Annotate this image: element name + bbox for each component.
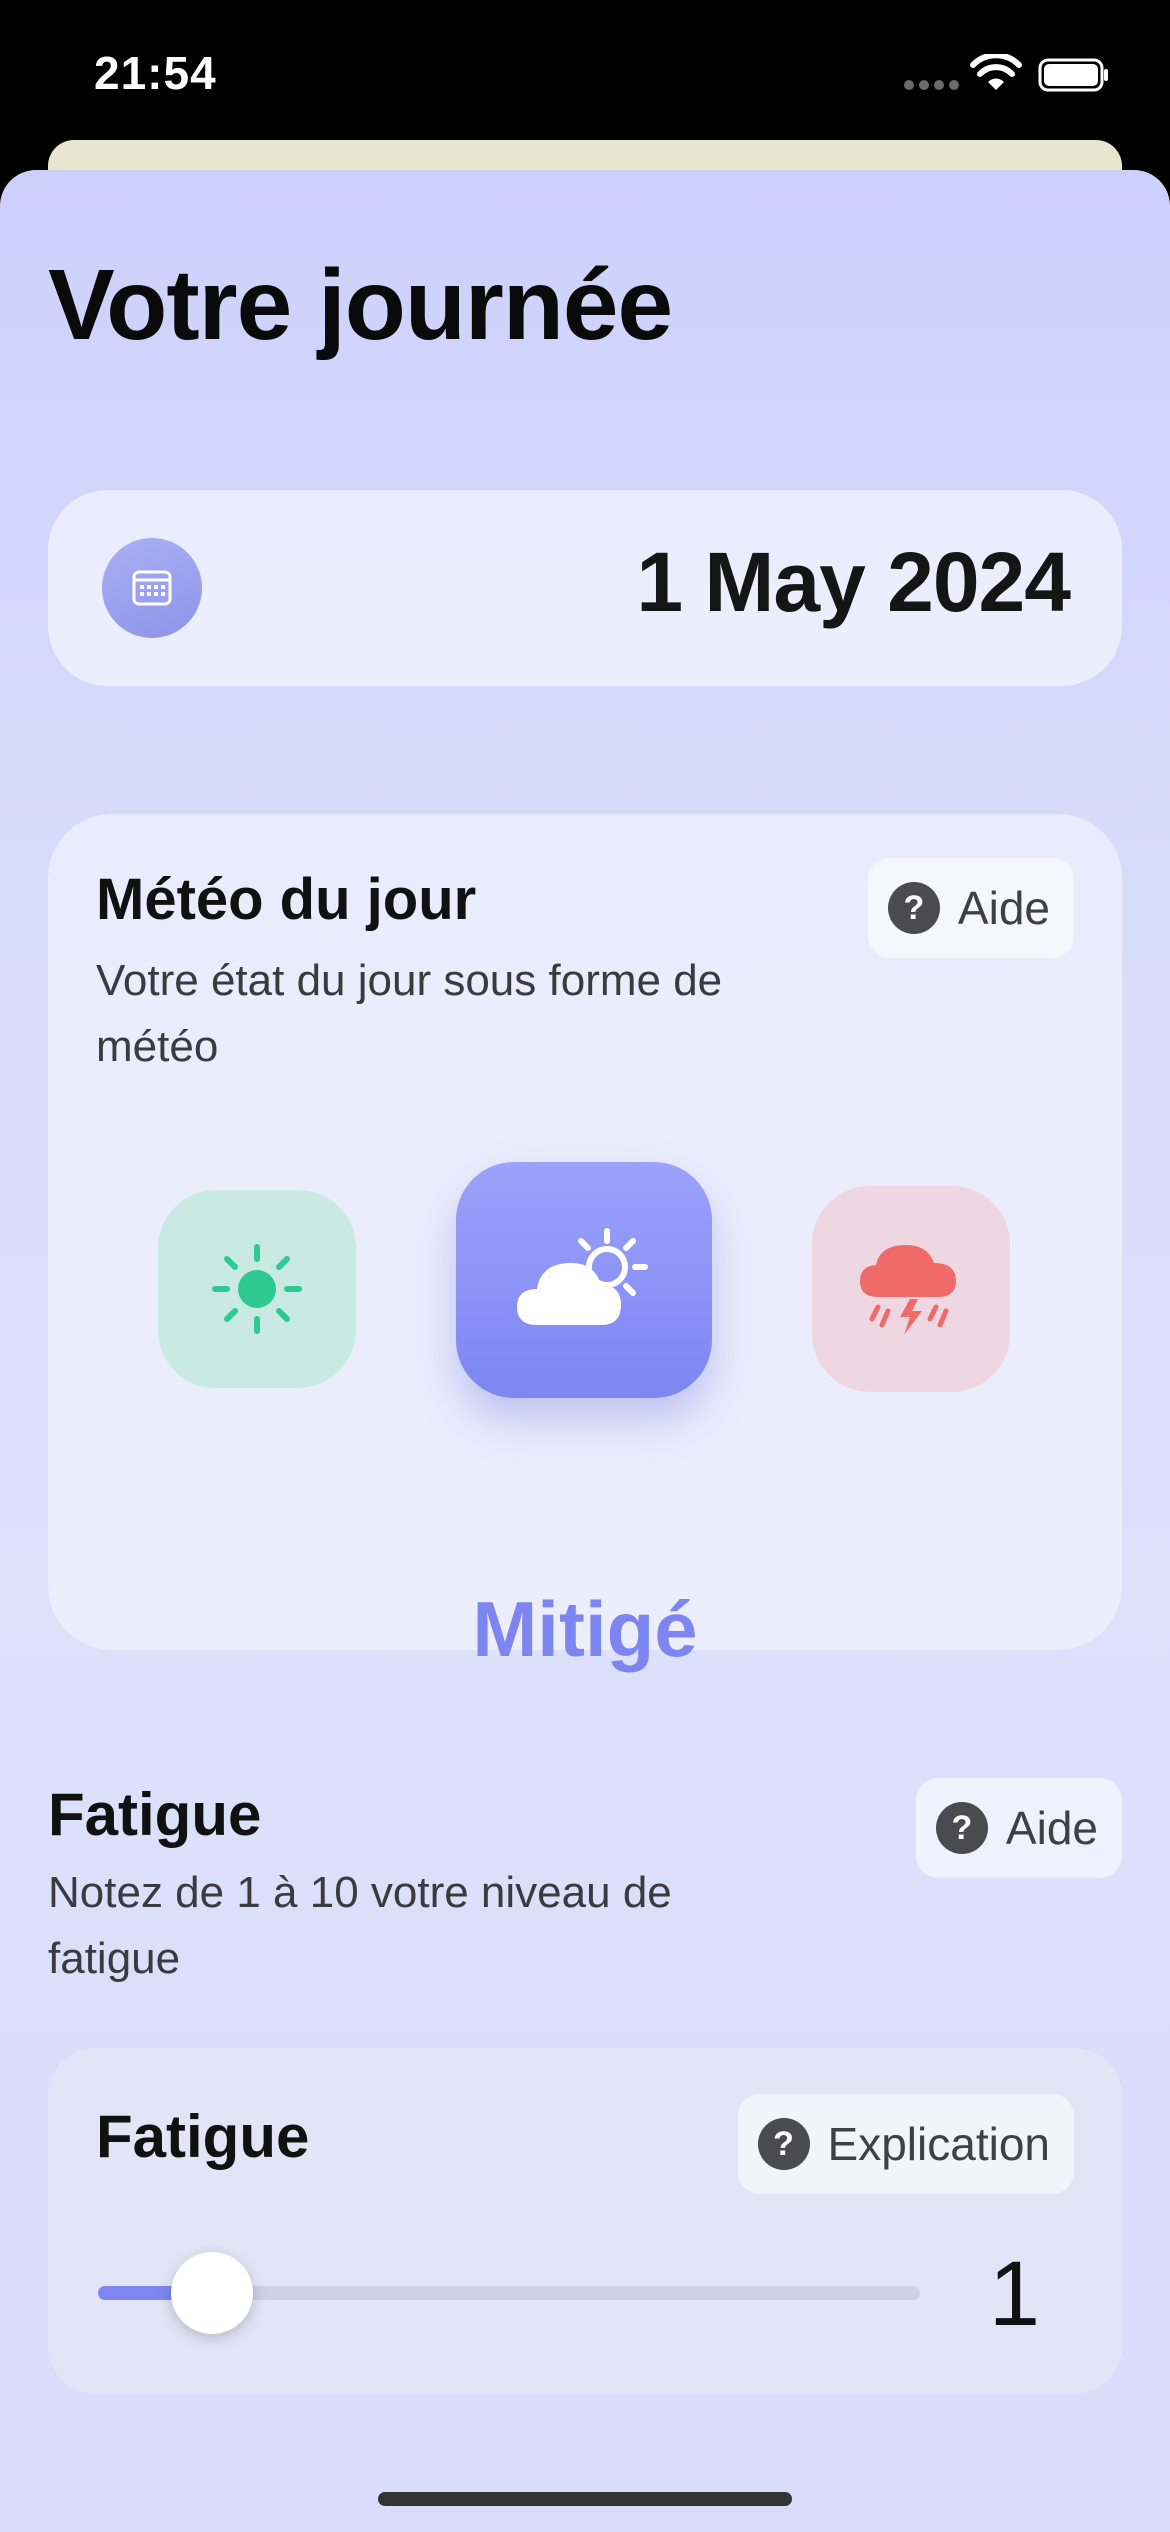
- selected-weather-label: Mitigé: [472, 1585, 698, 1673]
- day-sheet: Votre journée 1 May 2024 Météo du jour V…: [0, 170, 1170, 2532]
- question-icon: ?: [935, 1802, 988, 1854]
- help-label: Aide: [1005, 1802, 1098, 1854]
- wifi-icon: [970, 54, 1022, 90]
- sun-icon: [212, 1244, 302, 1334]
- fatigue-value: 1: [988, 2243, 1040, 2345]
- help-label: Aide: [957, 882, 1050, 934]
- weather-option-stormy[interactable]: [812, 1186, 1010, 1392]
- weather-card: Météo du jour Votre état du jour sous fo…: [48, 814, 1122, 1673]
- question-icon: ?: [887, 882, 940, 934]
- calendar-icon: [132, 570, 172, 606]
- explanation-button[interactable]: ? Explication: [737, 2094, 1074, 2194]
- weather-card-title: Météo du jour: [96, 867, 477, 932]
- fatigue-slider-track[interactable]: [98, 2252, 920, 2334]
- page-title: Votre journée: [48, 249, 673, 361]
- fatigue-slider-card: Fatigue ? Explication 1: [48, 2048, 1122, 2394]
- weather-card-subtitle: Votre état du jour sous forme de météo: [96, 956, 723, 1071]
- status-icons: [870, 52, 1170, 96]
- fatigue-section-title: Fatigue: [48, 1781, 262, 1848]
- battery-icon: [1038, 58, 1108, 92]
- weather-option-mixed[interactable]: [456, 1162, 712, 1398]
- calendar-button[interactable]: [102, 538, 202, 638]
- date-value[interactable]: 1 May 2024: [636, 534, 1071, 631]
- fatigue-section-subtitle: Notez de 1 à 10 votre niveau de fatigue: [48, 1868, 672, 1983]
- question-icon: ?: [757, 2118, 810, 2170]
- weather-option-sunny[interactable]: [158, 1190, 356, 1388]
- cellular-signal-icon: [904, 80, 960, 90]
- weather-help-button[interactable]: ? Aide: [867, 858, 1074, 958]
- fatigue-slider-thumb[interactable]: [171, 2252, 253, 2334]
- storm-cloud-icon: [860, 1245, 956, 1335]
- home-indicator: [378, 2492, 792, 2506]
- fatigue-help-button[interactable]: ? Aide: [915, 1778, 1122, 1878]
- explanation-label: Explication: [827, 2118, 1050, 2170]
- slider-title: Fatigue: [96, 2103, 310, 2170]
- cloud-sun-icon: [517, 1228, 648, 1325]
- date-picker[interactable]: 1 May 2024: [48, 490, 1122, 686]
- status-time: 21:54: [94, 47, 217, 99]
- status-bar: 21:54: [0, 0, 1170, 150]
